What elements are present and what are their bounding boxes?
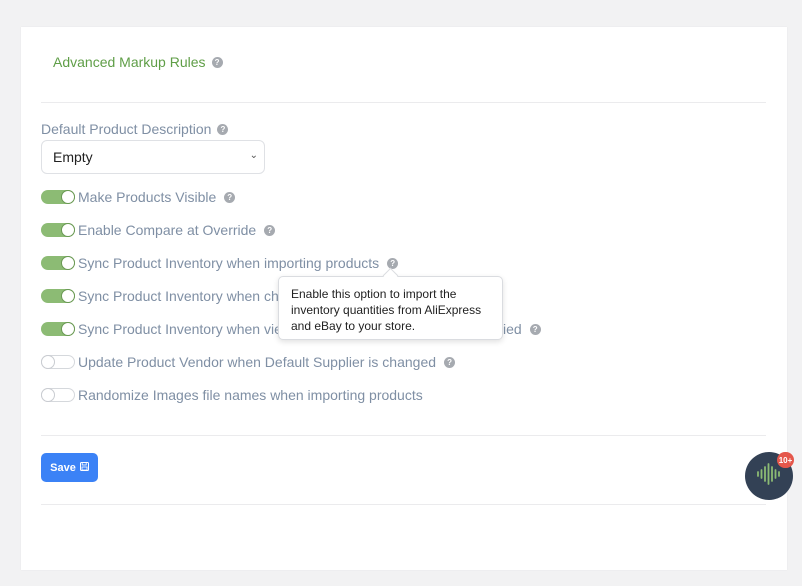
tooltip: Enable this option to import the invento… [278,276,503,340]
help-icon[interactable]: ? [529,323,541,335]
toggle-row-sync-changing: Sync Product Inventory when ch [41,287,279,305]
toggle-row-update-vendor: Update Product Vendor when Default Suppl… [41,353,456,371]
section-header: Advanced Markup Rules ? [53,54,223,70]
help-icon[interactable]: ? [217,123,229,135]
tooltip-text: Enable this option to import the invento… [291,287,482,333]
toggle-sync-importing[interactable] [41,256,75,270]
help-icon[interactable]: ? [387,257,399,269]
toggle-label: Randomize Images file names when importi… [78,387,423,403]
toggle-update-vendor[interactable] [41,355,75,369]
toggle-label: Update Product Vendor when Default Suppl… [78,354,437,370]
help-icon[interactable]: ? [264,224,276,236]
help-icon[interactable]: ? [224,191,236,203]
divider [41,435,766,436]
chevron-down-icon: ⌄ [249,150,258,161]
toggle-label-tail: ied ? [503,320,541,338]
toggle-row-make-visible: Make Products Visible ? [41,188,236,206]
toggle-randomize-images[interactable] [41,388,75,402]
toggle-label-tail-text: ied [503,321,522,337]
select-value: Empty [53,149,93,165]
help-icon[interactable]: ? [444,356,456,368]
toggle-label: Enable Compare at Override [78,222,257,238]
save-label: Save [50,461,76,474]
description-label-row: Default Product Description ? [41,121,229,137]
divider [41,504,766,505]
divider [41,102,766,103]
toggle-compare-at[interactable] [41,223,75,237]
save-button[interactable]: Save [41,453,98,482]
toggle-label: Sync Product Inventory when vie [78,321,282,337]
description-label: Default Product Description [41,121,212,137]
toggle-row-compare-at: Enable Compare at Override ? [41,221,276,239]
help-icon[interactable]: ? [211,56,223,68]
toggle-label: Make Products Visible [78,189,217,205]
toggle-row-randomize-images: Randomize Images file names when importi… [41,386,423,404]
toggle-sync-changing[interactable] [41,289,75,303]
audio-wave-icon [756,462,782,491]
floppy-disk-icon [79,461,89,474]
toggle-row-sync-viewing: Sync Product Inventory when vie [41,320,282,338]
toggle-row-sync-importing: Sync Product Inventory when importing pr… [41,254,399,272]
toggle-label: Sync Product Inventory when importing pr… [78,255,380,271]
section-title: Advanced Markup Rules [53,54,206,70]
toggle-make-visible[interactable] [41,190,75,204]
toggle-label: Sync Product Inventory when ch [78,288,279,304]
notification-badge: 10+ [777,452,794,468]
toggle-sync-viewing[interactable] [41,322,75,336]
default-description-select[interactable]: Empty ⌄ [41,140,265,174]
